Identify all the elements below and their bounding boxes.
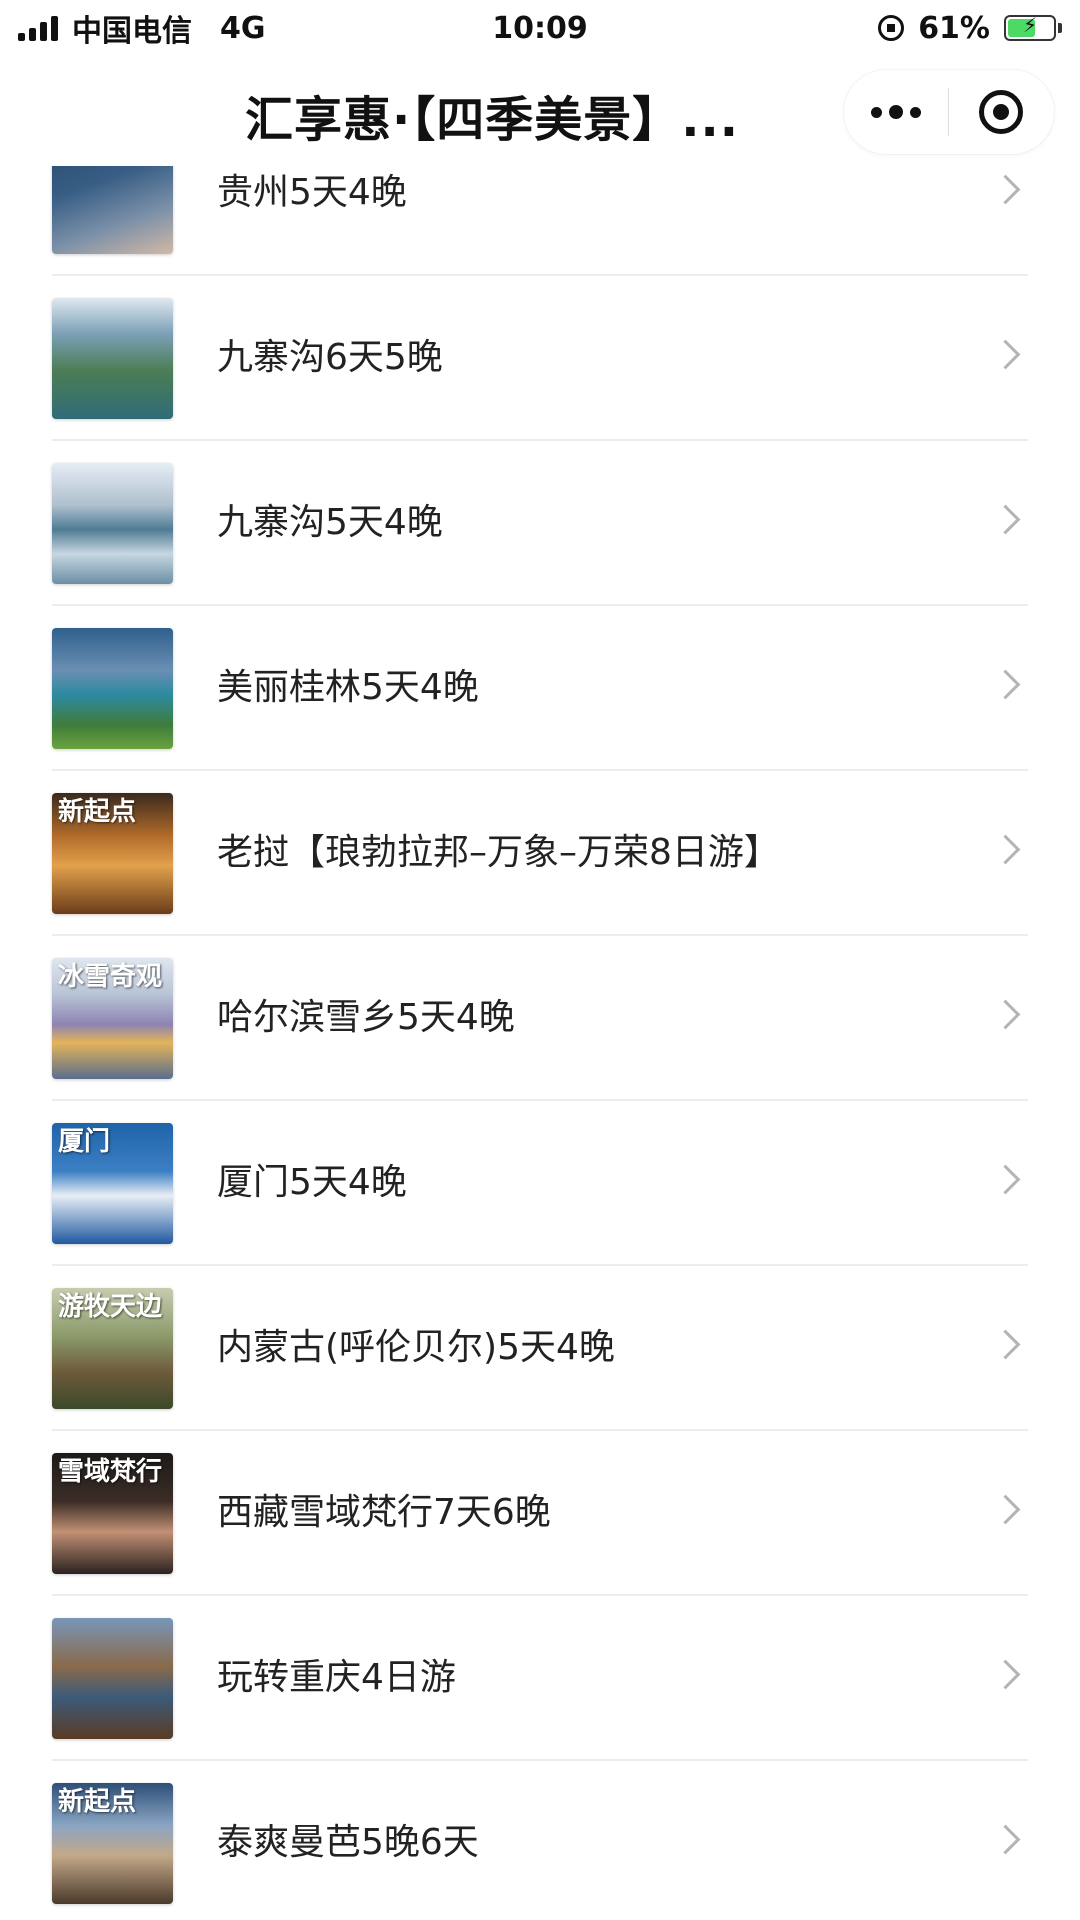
page-title: 汇享惠·【四季美景】... bbox=[245, 92, 739, 148]
tour-thumbnail bbox=[52, 628, 173, 749]
tour-title: 九寨沟6天5晚 bbox=[217, 337, 443, 378]
list-item[interactable]: 新起点泰爽曼芭5晚6天 bbox=[52, 1761, 1028, 1920]
rotation-lock-icon bbox=[878, 15, 905, 41]
signal-strength-icon bbox=[18, 15, 58, 41]
thumbnail-caption: 新起点 bbox=[58, 1787, 137, 1817]
tour-title: 玩转重庆4日游 bbox=[217, 1657, 456, 1698]
list-item[interactable]: 贵州 贵州5天4晚 bbox=[52, 166, 1028, 276]
battery-icon: ⚡ bbox=[1004, 13, 1062, 41]
status-left: 中国电信 4G bbox=[18, 6, 266, 50]
chevron-right-icon bbox=[990, 999, 1021, 1030]
tour-thumbnail: 新起点 bbox=[52, 793, 173, 914]
tour-thumbnail: 贵州 bbox=[52, 166, 173, 254]
tour-thumbnail: 厦门 bbox=[52, 1123, 173, 1244]
tour-title: 哈尔滨雪乡5天4晚 bbox=[217, 997, 515, 1038]
tour-thumbnail: 游牧天边 bbox=[52, 1288, 173, 1409]
tour-list: 贵州贵州5天4晚九寨沟6天5晚九寨沟5天4晚美丽桂林5天4晚新起点老挝【琅勃拉邦… bbox=[0, 166, 1080, 1920]
battery-percent: 61% bbox=[918, 10, 990, 46]
chevron-right-icon bbox=[990, 1164, 1021, 1195]
chevron-right-icon bbox=[990, 834, 1021, 865]
list-item[interactable]: 美丽桂林5天4晚 bbox=[52, 606, 1028, 771]
chevron-right-icon bbox=[990, 174, 1021, 205]
list-item[interactable]: 游牧天边内蒙古(呼伦贝尔)5天4晚 bbox=[52, 1266, 1028, 1431]
chevron-right-icon bbox=[990, 339, 1021, 370]
tour-title: 老挝【琅勃拉邦–万象–万荣8日游】 bbox=[217, 832, 780, 873]
tour-title: 西藏雪域梵行7天6晚 bbox=[217, 1492, 551, 1533]
list-item[interactable]: 新起点老挝【琅勃拉邦–万象–万荣8日游】 bbox=[52, 771, 1028, 936]
list-item[interactable]: 雪域梵行西藏雪域梵行7天6晚 bbox=[52, 1431, 1028, 1596]
chevron-right-icon bbox=[990, 1494, 1021, 1525]
tour-thumbnail bbox=[52, 1618, 173, 1739]
target-circle-icon bbox=[979, 90, 1023, 134]
tour-thumbnail bbox=[52, 298, 173, 419]
tour-title: 九寨沟5天4晚 bbox=[217, 502, 443, 543]
tour-thumbnail bbox=[52, 463, 173, 584]
tour-thumbnail: 雪域梵行 bbox=[52, 1453, 173, 1574]
chevron-right-icon bbox=[990, 669, 1021, 700]
carrier-name: 中国电信 bbox=[72, 14, 192, 49]
tour-title: 贵州5天4晚 bbox=[217, 172, 407, 213]
network-type: 4G bbox=[220, 10, 266, 46]
chevron-right-icon bbox=[990, 1329, 1021, 1360]
chevron-right-icon bbox=[990, 1824, 1021, 1855]
chevron-right-icon bbox=[990, 504, 1021, 535]
close-mini-program-button[interactable] bbox=[949, 70, 1053, 154]
status-bar: 中国电信 4G 10:09 61% ⚡ bbox=[0, 0, 1080, 56]
mini-program-capsule bbox=[844, 70, 1054, 154]
thumbnail-caption: 新起点 bbox=[58, 797, 137, 827]
tour-title: 泰爽曼芭5晚6天 bbox=[217, 1822, 479, 1863]
navigation-bar: 汇享惠·【四季美景】... bbox=[0, 56, 1080, 166]
list-item[interactable]: 九寨沟6天5晚 bbox=[52, 276, 1028, 441]
more-dots-icon[interactable] bbox=[844, 70, 948, 154]
thumbnail-caption: 游牧天边 bbox=[58, 1292, 163, 1322]
thumbnail-caption: 厦门 bbox=[58, 1127, 111, 1157]
charging-bolt-icon: ⚡ bbox=[1022, 13, 1038, 37]
list-item[interactable]: 玩转重庆4日游 bbox=[52, 1596, 1028, 1761]
tour-title: 内蒙古(呼伦贝尔)5天4晚 bbox=[217, 1327, 615, 1368]
tour-title: 厦门5天4晚 bbox=[217, 1162, 407, 1203]
tour-thumbnail: 新起点 bbox=[52, 1783, 173, 1904]
thumbnail-caption: 雪域梵行 bbox=[58, 1457, 163, 1487]
list-item[interactable]: 冰雪奇观哈尔滨雪乡5天4晚 bbox=[52, 936, 1028, 1101]
tour-thumbnail: 冰雪奇观 bbox=[52, 958, 173, 1079]
chevron-right-icon bbox=[990, 1659, 1021, 1690]
list-item[interactable]: 厦门厦门5天4晚 bbox=[52, 1101, 1028, 1266]
status-right: 61% ⚡ bbox=[878, 11, 1062, 46]
list-item[interactable]: 九寨沟5天4晚 bbox=[52, 441, 1028, 606]
tour-list-inner: 贵州贵州5天4晚九寨沟6天5晚九寨沟5天4晚美丽桂林5天4晚新起点老挝【琅勃拉邦… bbox=[0, 166, 1080, 1920]
tour-title: 美丽桂林5天4晚 bbox=[217, 667, 479, 708]
thumbnail-caption: 冰雪奇观 bbox=[58, 962, 163, 992]
